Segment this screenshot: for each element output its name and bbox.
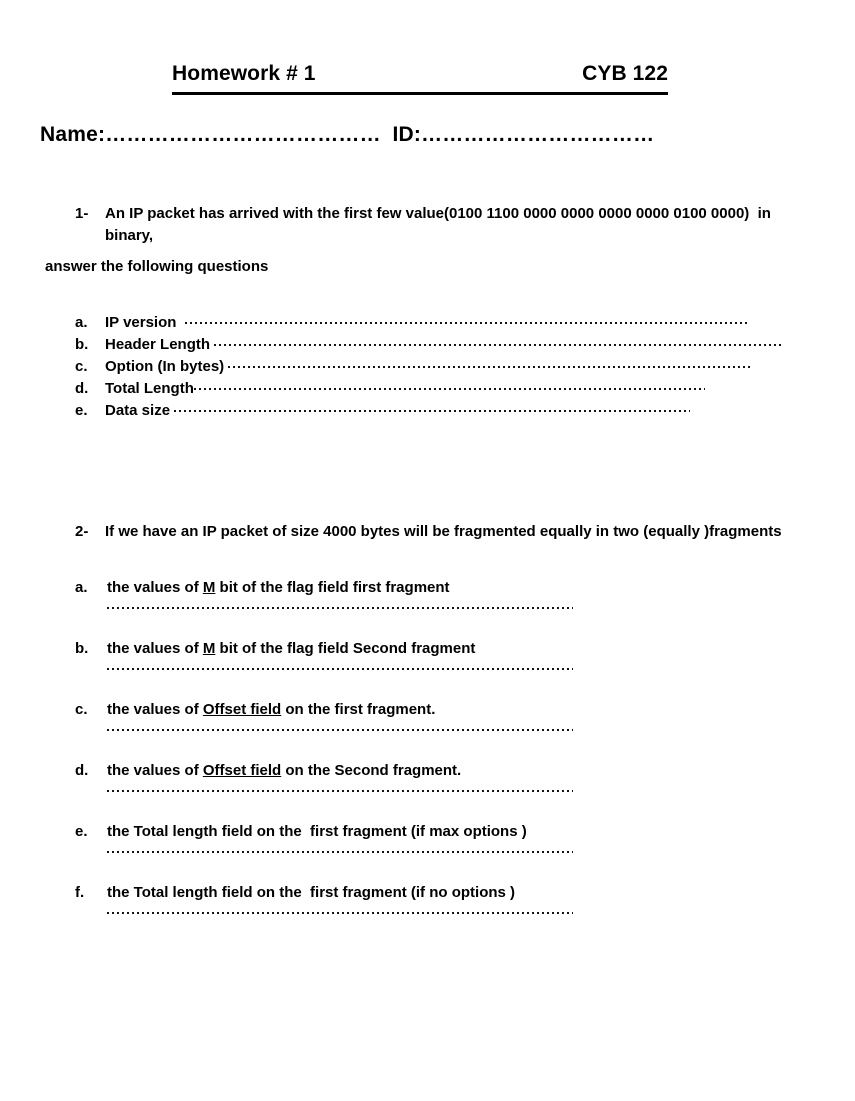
list-item-prefix: the values of [107, 762, 203, 779]
question-2-number: 2- [75, 523, 89, 540]
name-label: Name: [40, 123, 106, 146]
list-item-marker: e. [75, 402, 88, 419]
answer-dots[interactable] [214, 334, 782, 349]
list-item: e. Data size [75, 400, 775, 422]
answer-dots[interactable] [107, 782, 573, 796]
list-item: c. Option (In bytes) [75, 356, 775, 378]
list-item-suffix: bit of the flag field Second fragment [215, 640, 476, 657]
question-2-heading: 2- If we have an IP packet of size 4000 … [75, 521, 835, 543]
list-item-label: Total Length [105, 380, 194, 397]
list-item-prefix: the values of [107, 579, 203, 596]
document-header: Homework # 1 CYB 122 [172, 60, 668, 95]
list-item-marker: b. [75, 640, 89, 657]
list-item-text: f. the Total length field on the first fr… [75, 881, 815, 904]
answer-line [75, 843, 815, 881]
list-item-prefix: the values of [107, 640, 203, 657]
page-title: Homework # 1 [172, 62, 316, 85]
list-item-text: c. the values of Offset field on the firs… [75, 698, 815, 721]
list-item-label: IP version [105, 314, 185, 331]
answer-dots[interactable] [107, 843, 573, 857]
list-item-suffix: on the Second fragment. [281, 762, 462, 779]
list-item-emphasis: Offset field [202, 762, 282, 779]
id-fill-dots[interactable]: …………………………… [421, 123, 654, 146]
answer-dots[interactable] [107, 721, 573, 735]
list-item-label: Data size [105, 402, 175, 419]
question-1-answer-list: a. IP version b. Header Length c. Option (I… [75, 312, 782, 422]
course-code: CYB 122 [582, 62, 668, 85]
list-item-marker: b. [75, 336, 89, 353]
answer-dots[interactable] [184, 312, 747, 327]
list-item: f. the Total length field on the first fr… [75, 881, 815, 942]
answer-dots[interactable] [107, 660, 573, 674]
question-2-answer-list: a. the values of M bit of the flag field … [75, 576, 815, 942]
list-item: a. the values of M bit of the flag field … [75, 576, 815, 637]
list-item-prefix: the values of [107, 701, 203, 718]
question-1-heading: 1- An IP packet has arrived with the fir… [75, 203, 815, 247]
answer-line [75, 721, 815, 759]
list-item-emphasis: Offset field [202, 701, 282, 718]
question-2-text: If we have an IP packet of size 4000 byt… [105, 523, 782, 540]
answer-dots[interactable] [228, 356, 753, 371]
name-id-line: Name:………………………………… ID:…………………………… [40, 122, 820, 148]
answer-dots[interactable] [107, 904, 573, 918]
question-1-text: An IP packet has arrived with the first … [105, 205, 776, 244]
name-id-spacer [381, 123, 393, 146]
id-label: ID: [392, 123, 422, 146]
list-item-marker: d. [75, 380, 89, 397]
list-item-text: b. the values of M bit of the flag field … [75, 637, 815, 660]
answer-line [75, 599, 815, 637]
list-item-emphasis: M [202, 579, 216, 596]
list-item: e. the Total length field on the first fr… [75, 820, 815, 881]
list-item-suffix: on the first fragment. [281, 701, 436, 718]
name-fill-dots[interactable]: ………………………………… [105, 123, 381, 146]
answer-line [75, 782, 815, 820]
answer-line [75, 904, 815, 942]
list-item-marker: f. [75, 884, 85, 901]
answer-dots[interactable] [174, 400, 691, 415]
list-item-marker: a. [75, 314, 88, 331]
list-item-prefix: the Total length field on the first frag… [107, 884, 516, 901]
document-page: Homework # 1 CYB 122 Name:………………………………… … [0, 0, 855, 1101]
list-item: a. IP version [75, 312, 775, 334]
list-item: d. Total Length [75, 378, 775, 400]
answer-dots[interactable] [107, 599, 573, 613]
list-item-marker: c. [75, 358, 88, 375]
answer-dots[interactable] [193, 378, 705, 393]
list-item-prefix: the Total length field on the first frag… [107, 823, 527, 840]
list-item-text: a. the values of M bit of the flag field … [75, 576, 815, 599]
question-1-number: 1- [75, 205, 89, 222]
list-item-emphasis: M [202, 640, 216, 657]
answer-line [75, 660, 815, 698]
list-item-marker: a. [75, 579, 88, 596]
list-item-text: e. the Total length field on the first fr… [75, 820, 815, 843]
list-item-label: Header Length [105, 336, 215, 353]
list-item-marker: c. [75, 701, 88, 718]
question-1-continuation: answer the following questions [45, 258, 269, 275]
list-item-marker: e. [75, 823, 88, 840]
list-item-label: Option (In bytes) [105, 358, 229, 375]
list-item: b. the values of M bit of the flag field … [75, 637, 815, 698]
list-item-text: d. the values of Offset field on the Seco… [75, 759, 815, 782]
list-item: c. the values of Offset field on the firs… [75, 698, 815, 759]
list-item: b. Header Length [75, 334, 782, 356]
list-item: d. the values of Offset field on the Seco… [75, 759, 815, 820]
list-item-marker: d. [75, 762, 89, 779]
list-item-suffix: bit of the flag field first fragment [215, 579, 450, 596]
